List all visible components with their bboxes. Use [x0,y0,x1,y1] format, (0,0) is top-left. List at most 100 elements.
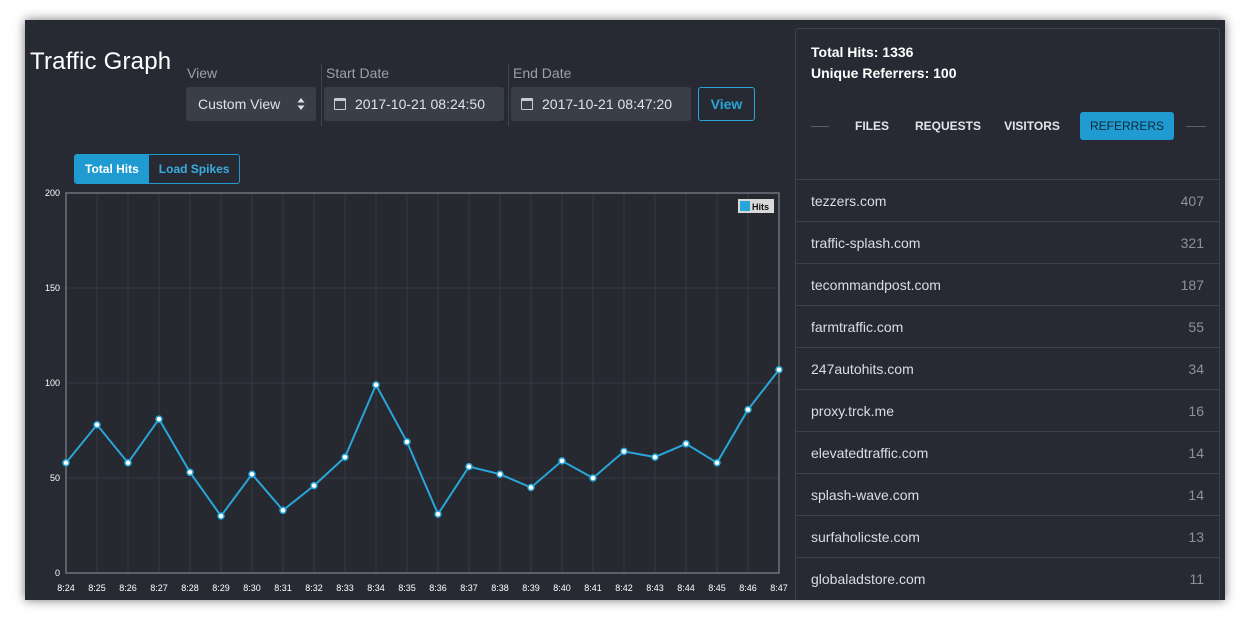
referrer-count: 16 [1188,402,1204,419]
data-point [217,512,225,520]
y-tick-label: 150 [45,283,60,293]
data-point [186,468,194,477]
traffic-line-chart: 0 50 100 150 200 8:24 8:25 8:26 8:27 8:28 8:29 8:30… [45,188,788,593]
referrer-name: farmtraffic.com [811,318,904,335]
end-date-label: End Date [513,65,572,81]
referrer-count: 407 [1180,192,1204,209]
end-date-input[interactable]: 2017-10-21 08:47:20 [511,87,691,121]
x-tick-label: 8:27 [150,583,168,593]
tab-files[interactable]: FILES [847,112,897,140]
x-tick-label: 8:43 [646,583,664,593]
x-tick-label: 8:44 [677,583,695,593]
x-tick-label: 8:38 [491,583,509,593]
traffic-dashboard: Traffic Graph View Custom View Start Dat… [25,20,1225,600]
x-tick-label: 8:47 [770,583,788,593]
x-tick-label: 8:40 [553,583,571,593]
view-select-value: Custom View [198,96,281,112]
tab-divider-line [811,126,829,127]
x-tick-label: 8:28 [181,583,199,593]
tab-requests[interactable]: REQUESTS [911,112,985,140]
referrer-name: traffic-splash.com [811,234,921,251]
referrer-name: surfaholicste.com [811,528,920,545]
referrer-row[interactable]: proxy.trck.me 16 [796,389,1219,431]
x-tick-label: 8:29 [212,583,230,593]
x-tick-label: 8:35 [398,583,416,593]
tab-referrers[interactable]: REFERRERS [1080,112,1174,140]
y-tick-label: 200 [45,188,60,198]
x-tick-label: 8:33 [336,583,354,593]
summary: Total Hits: 1336 Unique Referrers: 100 [811,42,957,84]
referrer-count: 187 [1180,276,1204,293]
referrer-row[interactable]: traffic-splash.com 321 [796,221,1219,263]
y-tick-label: 0 [55,568,60,578]
referrer-name: tezzers.com [811,192,887,209]
x-tick-label: 8:46 [739,583,757,593]
data-point [372,381,380,389]
referrer-row[interactable]: globaladstore.com 11 [796,557,1219,599]
total-hits-tab[interactable]: Total Hits [75,155,149,183]
total-hits-summary: Total Hits: 1336 [811,44,914,60]
data-point [93,421,101,429]
referrer-name: tecommandpost.com [811,276,941,293]
data-point [775,365,783,374]
calendar-icon [334,98,346,110]
x-tick-label: 8:26 [119,583,137,593]
page-title: Traffic Graph [30,48,172,75]
legend-swatch [740,201,750,211]
tab-visitors[interactable]: VISITORS [999,112,1065,140]
referrer-row[interactable]: tecommandpost.com 187 [796,263,1219,305]
data-point [341,453,349,461]
sort-caret-icon [297,98,305,110]
start-date-label: Start Date [326,65,390,81]
tab-referrers-label: REFERRERS [1089,119,1164,133]
y-tick-label: 100 [45,378,60,388]
referrer-name: globaladstore.com [811,570,926,587]
data-point [248,470,256,478]
referrer-count: 34 [1188,360,1204,377]
data-point [310,481,318,490]
referrer-list: tezzers.com 407 traffic-splash.com 321 tecom… [796,179,1219,599]
tab-divider-line [1186,126,1206,127]
x-tick-label: 8:36 [429,583,447,593]
data-point [620,447,628,456]
referrer-count: 55 [1188,318,1204,335]
referrer-count: 14 [1188,486,1204,503]
separator [508,64,509,126]
end-date-value: 2017-10-21 08:47:20 [542,96,672,112]
x-tick-label: 8:45 [708,583,726,593]
data-point [155,415,163,423]
x-tick-label: 8:32 [305,583,323,593]
data-point [527,483,535,492]
referrer-row[interactable]: 247autohits.com 34 [796,347,1219,389]
view-button[interactable]: View [698,87,755,121]
view-select[interactable]: Custom View [186,87,316,121]
data-point [651,453,659,461]
data-point [744,405,752,414]
data-point [558,457,566,465]
referrer-name: proxy.trck.me [811,402,894,419]
referrer-row[interactable]: surfaholicste.com 13 [796,515,1219,557]
referrer-name: 247autohits.com [811,360,914,377]
y-tick-label: 50 [50,473,60,483]
x-tick-label: 8:24 [57,583,75,593]
referrer-row[interactable]: tezzers.com 407 [796,179,1219,221]
referrer-name: elevatedtraffic.com [811,444,929,461]
start-date-input[interactable]: 2017-10-21 08:24:50 [324,87,504,121]
data-point [434,510,442,518]
x-tick-label: 8:37 [460,583,478,593]
panel-tabs: FILES REQUESTS VISITORS REFERRERS [811,112,1206,140]
data-point [682,440,690,448]
data-point [124,459,132,467]
referrer-row[interactable]: elevatedtraffic.com 14 [796,431,1219,473]
referrer-count: 321 [1180,234,1204,251]
data-point [403,438,411,446]
separator [321,64,322,126]
x-tick-label: 8:42 [615,583,633,593]
data-point [279,506,287,515]
referrer-row[interactable]: splash-wave.com 14 [796,473,1219,515]
unique-referrers-summary: Unique Referrers: 100 [811,65,957,81]
referrer-row[interactable]: farmtraffic.com 55 [796,305,1219,347]
load-spikes-tab[interactable]: Load Spikes [148,155,240,183]
x-tick-label: 8:41 [584,583,602,593]
data-point [589,474,597,482]
